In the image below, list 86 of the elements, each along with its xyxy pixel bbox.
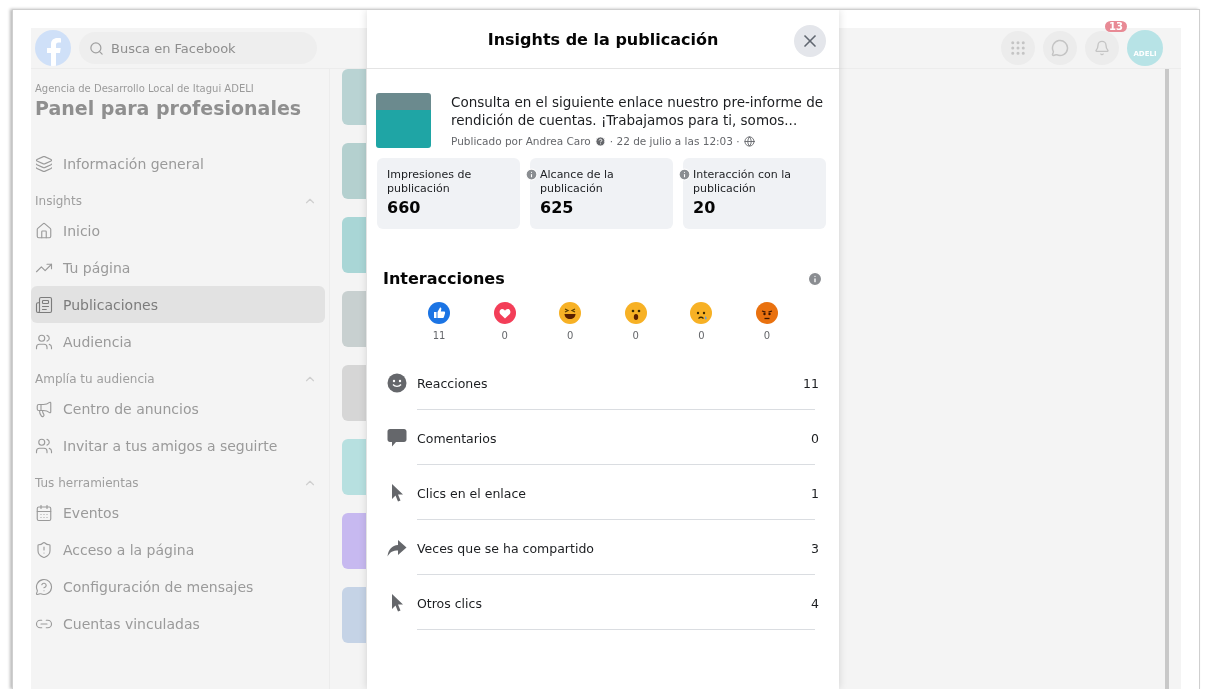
post-text: Consulta en el siguiente enlace nuestro pre-informe de rendición de cuentas. ¡Trabajamos para ti, somos... <box>451 93 825 129</box>
angry-reaction-icon <box>755 302 778 324</box>
like-reaction-icon <box>428 302 450 324</box>
metric-value: 11 <box>803 375 819 391</box>
question-bubble-icon <box>35 577 53 596</box>
photo-placeholder <box>342 587 366 643</box>
section-heading: Amplía tu audiencia <box>35 372 155 386</box>
sidebar-item[interactable]: Invitar a tus amigos a seguirte <box>31 427 325 464</box>
haha-reaction-icon <box>559 302 582 324</box>
close-button[interactable] <box>794 25 826 57</box>
stat-value: 20 <box>693 198 717 217</box>
post-date: · 22 de julio a las 12:03 · <box>609 135 740 147</box>
people-icon <box>35 332 53 351</box>
metric-label: Otros clics <box>417 595 482 611</box>
calendar-icon <box>35 503 53 522</box>
info-icon[interactable] <box>678 168 691 181</box>
info-icon[interactable] <box>807 270 823 287</box>
info-icon[interactable] <box>525 168 538 181</box>
reaction-count: 0 <box>763 330 771 341</box>
stat-label: Interacción con la publicación <box>693 168 792 196</box>
sidebar-item[interactable]: Configuración de mensajes <box>31 568 325 605</box>
sad-reaction-icon <box>690 302 713 324</box>
help-icon <box>594 135 606 147</box>
metric-value: 4 <box>811 595 819 611</box>
shield-icon <box>35 540 53 559</box>
photo-placeholder <box>376 93 431 148</box>
sidebar-item[interactable]: Publicaciones <box>31 286 325 323</box>
sidebar-item[interactable]: Inicio <box>31 212 325 249</box>
smiley-icon <box>387 372 407 393</box>
sidebar-item[interactable]: Eventos <box>31 494 325 531</box>
search-icon <box>89 41 104 56</box>
photo-placeholder <box>342 513 366 569</box>
sidebar-item[interactable]: Cuentas vinculadas <box>31 605 325 642</box>
notification-count: 13 <box>1105 21 1127 32</box>
share-arrow-icon <box>387 537 407 558</box>
reaction-count: 0 <box>698 330 705 341</box>
sidebar-item[interactable]: Audiencia <box>31 323 325 360</box>
megaphone-icon <box>35 399 53 418</box>
post-author: Publicado por Andrea Caro <box>451 135 591 147</box>
metric-label: Comentarios <box>417 430 497 446</box>
metric-value: 3 <box>811 540 819 556</box>
chat-bubble-icon <box>1051 39 1069 57</box>
people-icon <box>35 436 53 455</box>
wow-reaction-icon <box>624 302 647 324</box>
search-field[interactable]: Busca en Facebook <box>79 32 317 64</box>
sidebar-item[interactable]: Acceso a la página <box>31 531 325 568</box>
bell-icon <box>1094 40 1110 56</box>
stat-value: 660 <box>387 198 422 217</box>
reaction-count: 0 <box>567 330 574 341</box>
speech-bubble-icon <box>387 427 407 448</box>
metric-value: 1 <box>811 485 819 501</box>
photo-placeholder <box>342 217 366 273</box>
photo-placeholder <box>342 69 366 125</box>
page-name: Agencia de Desarrollo Local de Itagui ADELI <box>35 83 255 94</box>
layers-icon <box>35 154 53 173</box>
logo-icon[interactable] <box>35 30 71 66</box>
reaction-count: 0 <box>501 330 508 341</box>
stat-label: Alcance de la publicación <box>540 168 615 196</box>
photo-placeholder <box>342 365 366 421</box>
newspaper-icon <box>35 295 53 314</box>
panel-title: Panel para profesionales <box>35 97 303 119</box>
dialog-title: Insights de la publicación <box>487 29 719 49</box>
photo-placeholder <box>342 143 366 199</box>
section-title: Interacciones <box>383 269 505 288</box>
photo-placeholder <box>342 291 366 347</box>
sidebar-item[interactable]: Centro de anuncios <box>31 390 325 427</box>
home-icon <box>35 221 53 240</box>
section-heading: Insights <box>35 194 82 208</box>
love-reaction-icon <box>493 302 516 324</box>
metric-label: Veces que se ha compartido <box>417 540 594 556</box>
stat-value: 625 <box>540 198 575 217</box>
stat-label: Impresiones de publicación <box>387 168 473 196</box>
notifications-button[interactable] <box>1085 31 1119 65</box>
sidebar-item[interactable]: Información general <box>31 145 325 182</box>
photo-placeholder <box>342 439 366 495</box>
sidebar-item[interactable]: Tu página <box>31 249 325 286</box>
globe-icon <box>743 135 755 147</box>
reaction-count: 0 <box>632 330 639 341</box>
metric-label: Reacciones <box>417 375 488 391</box>
menu-grid-button[interactable] <box>1001 31 1035 65</box>
reaction-count: 11 <box>432 330 446 341</box>
metric-label: Clics en el enlace <box>417 485 527 501</box>
messenger-button[interactable] <box>1043 31 1077 65</box>
metric-value: 0 <box>811 430 819 446</box>
section-heading: Tus herramientas <box>35 476 139 490</box>
grid-icon <box>1009 39 1027 57</box>
